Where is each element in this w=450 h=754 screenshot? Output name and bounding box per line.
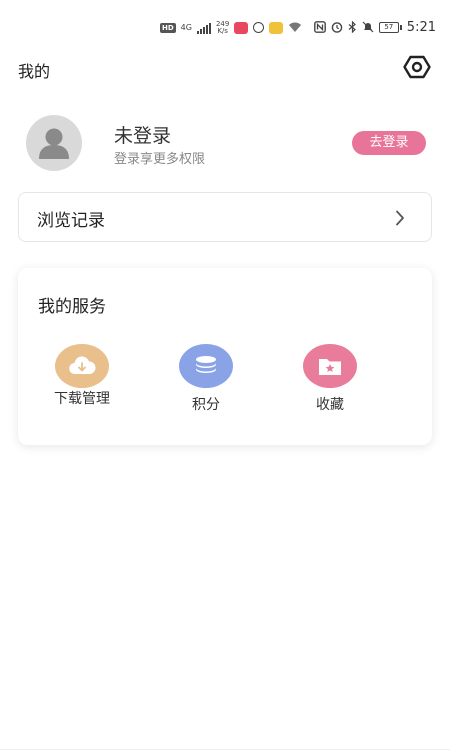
- bottom-divider: [0, 749, 450, 750]
- battery-level: 57: [378, 22, 399, 33]
- circle-icon: [253, 22, 265, 33]
- nfc-icon: [313, 18, 326, 37]
- status-bar: HD 4G 249 K/s 57 5:21: [0, 0, 450, 54]
- speed-unit: K/s: [217, 26, 228, 35]
- bluetooth-icon: [348, 18, 357, 37]
- service-label: 积分: [192, 397, 220, 413]
- service-label: 收藏: [316, 397, 344, 413]
- my-services-title: 我的服务: [38, 297, 106, 317]
- status-bar-left: HD 4G 249 K/s: [160, 18, 302, 37]
- network-speed: 249 K/s: [216, 20, 229, 35]
- status-bar-right: 57 5:21: [313, 18, 436, 37]
- wifi-icon: [288, 18, 302, 37]
- browsing-history-label: 浏览记录: [37, 211, 105, 231]
- chevron-right-icon: [395, 210, 405, 230]
- service-download-manager[interactable]: 下载管理: [42, 344, 122, 409]
- hd-icon: HD: [160, 22, 176, 33]
- favorite-folder-icon: [303, 344, 357, 388]
- profile-section[interactable]: 未登录 登录享更多权限 去登录: [26, 115, 426, 171]
- settings-button[interactable]: [402, 54, 432, 84]
- user-name: 未登录: [114, 125, 172, 147]
- status-time: 5:21: [406, 20, 436, 35]
- service-points[interactable]: 积分: [166, 344, 246, 415]
- app-icon: [269, 21, 284, 34]
- signal-icon: [196, 22, 211, 34]
- my-services-card: 我的服务 下载管理 积分 收藏: [18, 268, 432, 445]
- page-title: 我的: [18, 62, 51, 81]
- mute-icon: [362, 18, 374, 37]
- app-icon: [234, 21, 249, 34]
- browsing-history-row[interactable]: 浏览记录: [18, 192, 432, 242]
- user-avatar-icon[interactable]: [26, 115, 82, 171]
- user-subtitle: 登录享更多权限: [114, 152, 206, 167]
- service-label: 下载管理: [54, 391, 110, 407]
- settings-icon: [403, 55, 431, 83]
- alarm-icon: [331, 18, 343, 37]
- coins-icon: [179, 344, 233, 388]
- network-type: 4G: [180, 23, 192, 32]
- service-favorites[interactable]: 收藏: [290, 344, 370, 415]
- battery-icon: 57: [378, 22, 402, 33]
- login-button[interactable]: 去登录: [352, 131, 426, 155]
- download-cloud-icon: [55, 344, 109, 388]
